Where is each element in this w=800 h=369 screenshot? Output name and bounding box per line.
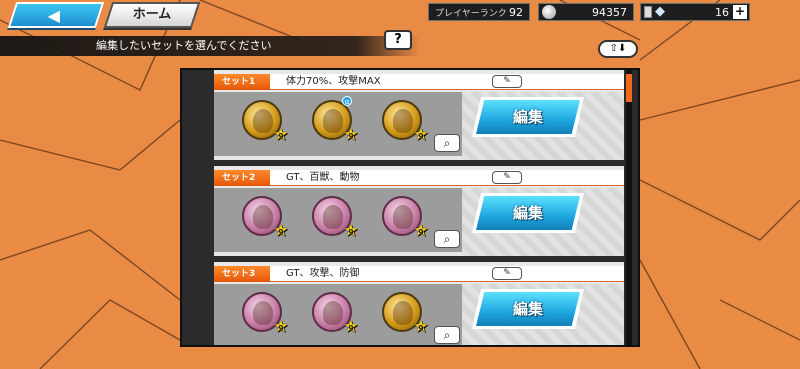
star-rank-value: 9 (418, 228, 424, 237)
magnifier-icon[interactable]: ⌕ (434, 134, 460, 152)
player-rank-value: 92 (509, 6, 523, 19)
character-figure (323, 109, 343, 133)
back-button[interactable]: ◀ (7, 2, 105, 28)
character-figure (253, 109, 273, 133)
medal-slots: ★ 9 α ★ 9 ★ 9 ⌕ (214, 92, 462, 156)
set-list: セット1 体力70%、攻撃MAX ✎ ★ 9 α ★ 9 ★ 9 ⌕ 編集 セット2 (214, 70, 624, 345)
character-figure (323, 205, 343, 229)
instruction-banner: 編集したいセットを選んでください (0, 36, 420, 56)
zeni-coin-icon (542, 5, 556, 19)
instruction-text: 編集したいセットを選んでください (96, 39, 272, 52)
character-figure (253, 205, 273, 229)
player-rank-label: プレイヤーランク (435, 9, 507, 19)
star-rank-value: 9 (278, 132, 284, 141)
star-rank-icon: ★ 9 (343, 221, 359, 241)
dragon-stone-display: ◆ 16 + (640, 3, 750, 21)
help-button[interactable]: ? (384, 30, 412, 50)
set-tag: セット1 (214, 74, 270, 90)
set-header: セット3 GT、攻撃、防御 ✎ (214, 266, 624, 282)
zeni-display: 94357 (538, 3, 634, 21)
set-item-3: セット3 GT、攻撃、防御 ✎ ★ 9 ★ 9 ★ 9 ⌕ 編集 (214, 262, 624, 345)
star-rank-value: 9 (278, 324, 284, 333)
sort-button[interactable]: ⇧⬇ (598, 40, 638, 58)
back-arrow-icon: ◀ (47, 6, 60, 25)
zeni-value: 94357 (592, 6, 627, 19)
star-rank-icon: ★ 9 (273, 221, 289, 241)
star-rank-icon: ★ 9 (273, 125, 289, 145)
home-button[interactable]: ホーム (103, 2, 201, 28)
set-item-1: セット1 体力70%、攻撃MAX ✎ ★ 9 α ★ 9 ★ 9 ⌕ 編集 (214, 70, 624, 160)
medal-slots: ★ 9 ★ 9 ★ 9 ⌕ (214, 188, 462, 252)
character-figure (393, 205, 413, 229)
gem-value: 16 (715, 6, 729, 19)
player-rank-display: プレイヤーランク 92 (428, 3, 530, 21)
edit-button[interactable]: 編集 (476, 292, 580, 326)
set-header: セット2 GT、百獣、動物 ✎ (214, 170, 624, 186)
set-list-panel: セット1 体力70%、攻撃MAX ✎ ★ 9 α ★ 9 ★ 9 ⌕ 編集 セット2 (180, 68, 640, 347)
star-rank-value: 9 (418, 132, 424, 141)
star-rank-icon: ★ 9 (413, 125, 429, 145)
character-figure (393, 301, 413, 325)
rename-pencil-icon[interactable]: ✎ (492, 267, 522, 280)
edit-button[interactable]: 編集 (476, 100, 580, 134)
star-rank-icon: ★ 9 (343, 317, 359, 337)
star-rank-icon: ★ 9 (273, 317, 289, 337)
star-rank-value: 9 (418, 324, 424, 333)
scroll-thumb[interactable] (626, 74, 632, 102)
set-header: セット1 体力70%、攻撃MAX ✎ (214, 74, 624, 90)
set-tag: セット3 (214, 266, 270, 282)
rename-pencil-icon[interactable]: ✎ (492, 75, 522, 88)
home-label: ホーム (132, 7, 172, 22)
medal-badge-icon: α (342, 96, 352, 106)
set-name: GT、百獣、動物 (286, 172, 360, 183)
star-rank-icon: ★ 9 (413, 221, 429, 241)
edit-button[interactable]: 編集 (476, 196, 580, 230)
character-figure (323, 301, 343, 325)
star-rank-icon: ★ 9 (343, 125, 359, 145)
magnifier-icon[interactable]: ⌕ (434, 326, 460, 344)
star-rank-icon: ★ 9 (413, 317, 429, 337)
set-name: 体力70%、攻撃MAX (286, 76, 381, 87)
set-item-2: セット2 GT、百獣、動物 ✎ ★ 9 ★ 9 ★ 9 ⌕ 編集 (214, 166, 624, 256)
buy-gems-button[interactable]: + (733, 5, 747, 19)
scrollbar[interactable] (626, 70, 632, 345)
card-icon (644, 6, 652, 18)
star-rank-value: 9 (348, 132, 354, 141)
star-rank-value: 9 (348, 324, 354, 333)
rename-pencil-icon[interactable]: ✎ (492, 171, 522, 184)
set-tag: セット2 (214, 170, 270, 186)
magnifier-icon[interactable]: ⌕ (434, 230, 460, 248)
character-figure (253, 301, 273, 325)
medal-slots: ★ 9 ★ 9 ★ 9 ⌕ (214, 284, 462, 345)
set-name: GT、攻撃、防御 (286, 268, 360, 279)
star-rank-value: 9 (278, 228, 284, 237)
star-rank-value: 9 (348, 228, 354, 237)
gem-icon: ◆ (655, 4, 665, 19)
character-figure (393, 109, 413, 133)
